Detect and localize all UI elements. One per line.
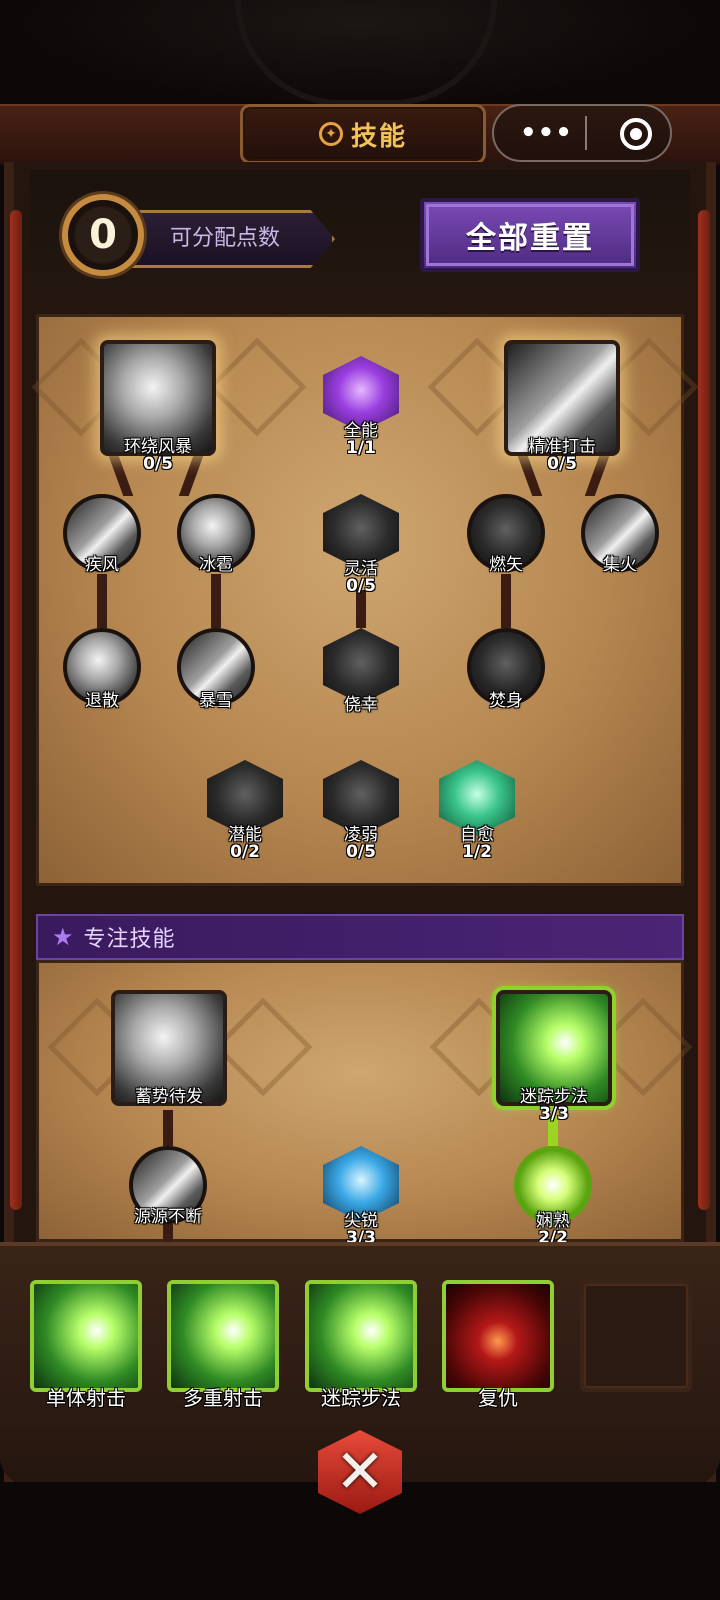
connector — [163, 1110, 173, 1146]
skill-count: 0/5 — [346, 842, 376, 862]
skill-count: 0/5 — [346, 576, 376, 596]
page-title: 技能 — [350, 121, 407, 152]
pentagram-icon: ✦ — [318, 122, 343, 146]
skill-count: 0/5 — [547, 454, 577, 474]
slot-label: 迷踪步法 — [321, 1386, 401, 1410]
connector — [211, 574, 221, 628]
title-plate: ✦ 技能 — [240, 104, 486, 164]
more-icon[interactable]: ••• — [520, 118, 572, 148]
slot-label: 多重射击 — [183, 1386, 263, 1410]
slot-label: 单体射击 — [46, 1386, 126, 1410]
connector — [97, 574, 107, 628]
skill-slot-revenge[interactable] — [442, 1280, 554, 1392]
slot-label: 复仇 — [478, 1386, 518, 1410]
skill-label: 集火 — [603, 555, 637, 575]
capsule-divider — [585, 116, 587, 150]
star-icon: ★ — [52, 923, 74, 951]
skill-count: 3/3 — [539, 1104, 569, 1124]
skill-label: 暴雪 — [199, 691, 233, 711]
reset-all-button[interactable]: 全部重置 — [420, 198, 640, 272]
skill-label: 退散 — [85, 691, 119, 711]
skill-label: 蓄势待发 — [135, 1087, 203, 1107]
connector — [501, 574, 511, 628]
skill-count: 1/2 — [462, 842, 492, 862]
skill-slot-multi-shot[interactable] — [167, 1280, 279, 1392]
skill-label: 焚身 — [489, 691, 523, 711]
skill-label: 侥幸 — [344, 695, 378, 715]
skill-label: 疾风 — [85, 555, 119, 575]
close-x-icon: ✕ — [334, 1437, 386, 1507]
frame-rail-right — [698, 210, 710, 1210]
top-decoration — [0, 0, 720, 110]
skill-count: 0/2 — [230, 842, 260, 862]
skill-label: 源源不断 — [134, 1207, 202, 1227]
skill-slot-single-shot[interactable] — [30, 1280, 142, 1392]
skill-slot-empty[interactable] — [580, 1280, 692, 1392]
focus-skills-title: 专注技能 — [83, 927, 176, 952]
focus-skills-header: ★ 专注技能 — [36, 914, 684, 960]
frame-rail-left — [10, 210, 22, 1210]
skill-count: 1/1 — [346, 438, 376, 458]
skill-label: 冰雹 — [199, 555, 233, 575]
skill-count: 0/5 — [143, 454, 173, 474]
points-value: 0 — [62, 194, 144, 276]
record-icon[interactable] — [620, 118, 652, 150]
skill-slot-elusive-steps[interactable] — [305, 1280, 417, 1392]
points-label: 可分配点数 — [170, 226, 281, 251]
skill-label: 燃矢 — [489, 555, 523, 575]
